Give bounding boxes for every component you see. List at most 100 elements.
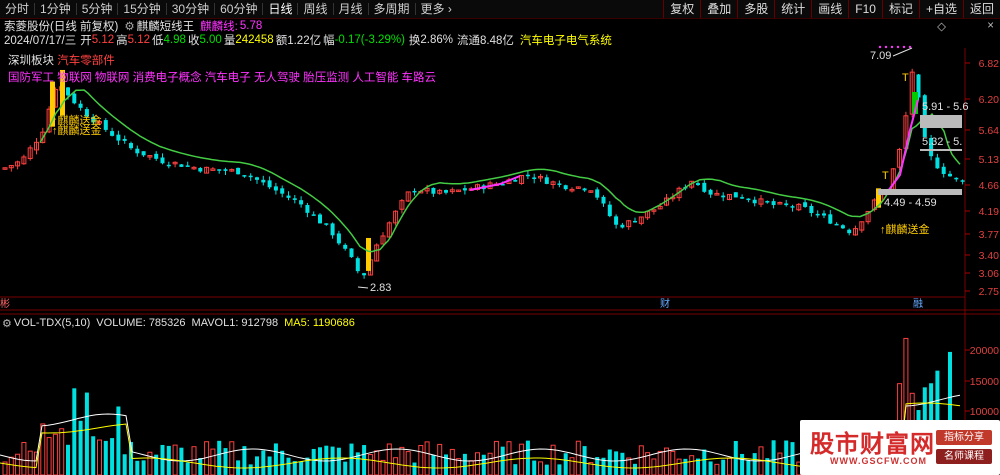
candle-down <box>248 175 253 178</box>
volume-bar-up <box>405 451 411 475</box>
board-label[interactable]: 深圳板块 <box>8 55 54 67</box>
signal-candle <box>366 237 371 271</box>
candle-down <box>784 203 789 206</box>
volume-bar-down <box>721 459 726 475</box>
volume-bar-up <box>393 457 399 475</box>
candle-down <box>78 103 83 108</box>
candle-down <box>198 167 203 172</box>
candle-down <box>330 223 335 236</box>
candle-down <box>66 87 70 96</box>
y-tick-label: 3.06 <box>979 268 1000 280</box>
candle-down <box>765 201 770 203</box>
volume-bar-up <box>664 447 669 475</box>
vol-label: VOLUME: <box>96 317 146 329</box>
y-tick-label: 3.77 <box>979 229 1000 241</box>
candle-down <box>217 169 222 171</box>
volume-bar-up <box>569 457 575 475</box>
logo-tag-share: 指标分享 <box>936 430 992 445</box>
ma5-label: MA5: <box>284 317 310 329</box>
candle-down <box>740 197 745 199</box>
board-hot[interactable]: 汽车零部件 <box>57 55 115 67</box>
volume-bar-up <box>657 450 663 475</box>
volume-bar-up <box>670 450 676 475</box>
volume-bar-up <box>437 443 443 475</box>
signal-dot <box>908 45 912 49</box>
volume-bar-down <box>78 420 83 475</box>
candle-down <box>582 188 587 191</box>
candle-down <box>185 165 190 167</box>
candle-down <box>129 143 133 149</box>
candle-down <box>532 177 537 179</box>
volume-bar-down <box>481 454 486 475</box>
volume-bar-down <box>607 449 612 475</box>
volume-bar-up <box>374 450 380 475</box>
volume-bar-down <box>255 456 259 475</box>
candle-down <box>620 224 625 228</box>
volume-bar-up <box>46 437 52 475</box>
candle-down <box>343 244 348 249</box>
concept-tags[interactable]: 国防军工 物联网 物联网 消费电子概念 汽车电子 无人驾驶 胎压监测 人工智能 … <box>8 69 436 85</box>
volume-bar-up <box>676 458 682 475</box>
volume-bar-down <box>771 440 776 475</box>
volume-bar-down <box>110 438 115 475</box>
candle-down <box>960 180 965 182</box>
volume-bar-down <box>740 453 745 475</box>
candle-down <box>273 186 278 191</box>
candle-down <box>362 273 367 276</box>
candle-down <box>633 220 637 223</box>
vol-title[interactable]: VOL-TDX(5,10) <box>14 317 90 329</box>
volume-bar-down <box>242 446 247 475</box>
candle-down <box>708 189 713 195</box>
volume-bar-down <box>91 436 96 475</box>
band-mid-label: 5.32 - 5. <box>922 136 962 148</box>
volume-bar-up <box>229 441 235 475</box>
candle-down <box>154 153 159 159</box>
candle-down <box>828 214 833 224</box>
candle-down <box>954 177 959 180</box>
signal-dot <box>890 45 894 49</box>
volume-bar-up <box>15 453 21 475</box>
volume-bar-up <box>21 441 27 475</box>
volume-bar-down <box>286 457 291 475</box>
volume-bar-up <box>575 440 581 475</box>
candle-down <box>160 157 165 164</box>
volume-bar-down <box>462 453 467 475</box>
y-tick-label: 4.19 <box>979 206 1000 218</box>
volume-bar-down <box>66 444 70 475</box>
volume-bar-down <box>708 461 713 475</box>
candle-down <box>110 131 115 136</box>
signal-label: ↑麒麟送金 <box>880 222 930 236</box>
y-tick-label: 6.82 <box>979 58 1000 70</box>
signal-dot <box>884 45 888 49</box>
volume-bar-down <box>248 464 253 475</box>
volume-bar-up <box>367 454 373 475</box>
earnings-marker: 财 <box>660 297 670 310</box>
candle-down <box>324 223 329 225</box>
volume-bar-down <box>620 452 625 475</box>
candle-down <box>179 164 184 167</box>
candle-down <box>166 164 171 167</box>
volume-bar-down <box>343 461 348 475</box>
candle-down <box>305 204 310 213</box>
candle-down <box>236 167 241 175</box>
candle-down <box>834 223 839 226</box>
candle-down <box>255 177 259 180</box>
volume-bar-down <box>349 443 354 475</box>
y-tick-label: 3.40 <box>979 250 1000 262</box>
candle-down <box>721 195 726 198</box>
volume-bar-down <box>198 458 203 475</box>
volume-bar-up <box>52 433 58 475</box>
volume-bar-up <box>8 456 14 475</box>
volume-bar-down <box>790 442 795 475</box>
candle-down <box>601 196 606 204</box>
volume-bar-down <box>135 460 140 475</box>
volume-bar-up <box>506 441 512 475</box>
volume-bar-down <box>752 453 757 475</box>
vol-tick-label: 10000 <box>970 406 999 418</box>
signal-dot <box>878 45 882 49</box>
volume-bar-down <box>702 449 707 475</box>
gear-icon[interactable]: ⚙ <box>2 317 12 330</box>
volume-bar-down <box>311 448 316 475</box>
candle-down <box>280 188 285 194</box>
event-marker: 彬 <box>0 297 10 310</box>
